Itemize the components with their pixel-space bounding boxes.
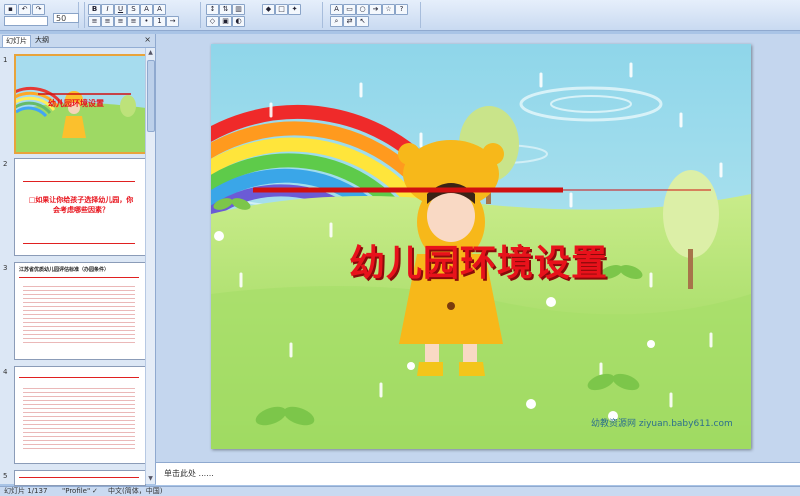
select-icon[interactable]: ↖ [356,16,369,27]
slide-4-text-block [23,385,135,449]
line-spacing-icon[interactable]: ↕ [206,4,219,15]
drawing-group: A ▭ ○ ➔ ☆ ? ⌕ ⇄ ↖ [324,2,421,28]
watermark: 幼教资源网 ziyuan.baby611.com [591,419,733,429]
italic-button[interactable]: I [101,4,114,15]
scroll-up-icon[interactable]: ▲ [147,49,154,57]
slide-number: 3 [3,264,8,272]
fill-icon[interactable]: ◆ [262,4,275,15]
tab-outline[interactable]: 大纲 [32,35,52,46]
slide-thumbnail-4[interactable] [14,366,146,464]
font-color-button[interactable]: A [140,4,153,15]
font-size-field[interactable]: 50 [53,13,79,23]
shapes-icon[interactable]: ◇ [206,16,219,27]
rectangle-icon[interactable]: ▭ [343,4,356,15]
slide-number: 4 [3,368,8,376]
close-panel-icon[interactable]: × [144,35,151,44]
scroll-thumb[interactable] [147,60,155,132]
align-center-icon[interactable]: ≡ [101,16,114,27]
indent-icon[interactable]: → [166,16,179,27]
slide-1-thumb-title: 幼儿园环境设置 [48,99,104,108]
columns-icon[interactable]: ▥ [232,4,245,15]
tab-slides[interactable]: 幻灯片 [2,35,31,47]
numbering-icon[interactable]: 1 [153,16,166,27]
font-size-group: 50 [50,2,85,28]
panel-scrollbar[interactable]: ▲ ▼ [145,48,155,484]
find-icon[interactable]: ⌕ [330,16,343,27]
save-icon[interactable]: ▪ [4,4,17,15]
outline-icon[interactable]: □ [275,4,288,15]
redo-icon[interactable]: ↷ [32,4,45,15]
slide-thumbnail-1[interactable]: 幼儿园环境设置 [14,54,148,154]
divider [19,277,139,278]
divider [23,181,135,182]
slide-title[interactable]: 幼儿园环境设置 [349,234,608,286]
oval-icon[interactable]: ○ [356,4,369,15]
undo-icon[interactable]: ↶ [18,4,31,15]
divider [19,377,139,378]
shadow-button[interactable]: S [127,4,140,15]
divider [19,477,139,478]
ribbon: ▪ ↶ ↷ 50 B I U S A A ≡ ≡ ≡ ≡ • 1 → ↕ ⇅ ▥… [0,0,800,31]
notes-placeholder[interactable]: 单击此处 ...... [164,468,214,479]
justify-icon[interactable]: ≡ [127,16,140,27]
bullets-icon[interactable]: • [140,16,153,27]
textbox-icon[interactable]: A [330,4,343,15]
underline-button[interactable]: U [114,4,127,15]
slide-number: 5 [3,472,8,480]
arrow-icon[interactable]: ➔ [369,4,382,15]
align-left-icon[interactable]: ≡ [88,16,101,27]
slide-thumbnail-2[interactable]: □如果让你给孩子选择幼儿园，你会考虑哪些因素？ [14,158,146,256]
slide-number: 1 [3,56,8,64]
font-format-group: B I U S A A ≡ ≡ ≡ ≡ • 1 → [86,2,201,28]
text-direction-icon[interactable]: ⇅ [219,4,232,15]
star-icon[interactable]: ☆ [382,4,395,15]
slide-editor: 幼儿园环境设置 幼教资源网 ziyuan.baby611.com [156,34,800,462]
grow-font-button[interactable]: A [153,4,166,15]
font-name-field[interactable] [4,16,48,26]
bold-button[interactable]: B [88,4,101,15]
quick-styles-icon[interactable]: ◐ [232,16,245,27]
paragraph-group: ↕ ⇅ ▥ ◇ ▣ ◐ ◆ □ ✦ [202,2,323,28]
slide-2-thumb-title: □如果让你给孩子选择幼儿园，你会考虑哪些因素？ [28,196,134,214]
effects-icon[interactable]: ✦ [288,4,301,15]
slide-3-text-block [23,283,135,345]
notes-pane[interactable]: 单击此处 ...... [156,462,800,485]
align-right-icon[interactable]: ≡ [114,16,127,27]
help-icon[interactable]: ? [395,4,408,15]
slide-number: 2 [3,160,8,168]
slide-thumbnail-5[interactable] [14,470,146,486]
panel-tabs: 幻灯片 大纲 × [0,34,155,48]
slide-thumbnail-3[interactable]: 江苏省优质幼儿园评估标准（办园条件） [14,262,146,360]
slides-panel: 幻灯片 大纲 × 1 幼儿园环境设置 2 □如果让你给孩子选择幼儿园，你会考虑哪… [0,34,156,486]
current-slide[interactable]: 幼儿园环境设置 幼教资源网 ziyuan.baby611.com [211,44,751,449]
replace-icon[interactable]: ⇄ [343,16,356,27]
arrange-icon[interactable]: ▣ [219,16,232,27]
scroll-down-icon[interactable]: ▼ [147,475,154,483]
slide-3-thumb-title: 江苏省优质幼儿园评估标准（办园条件） [19,267,110,273]
divider [23,243,135,244]
